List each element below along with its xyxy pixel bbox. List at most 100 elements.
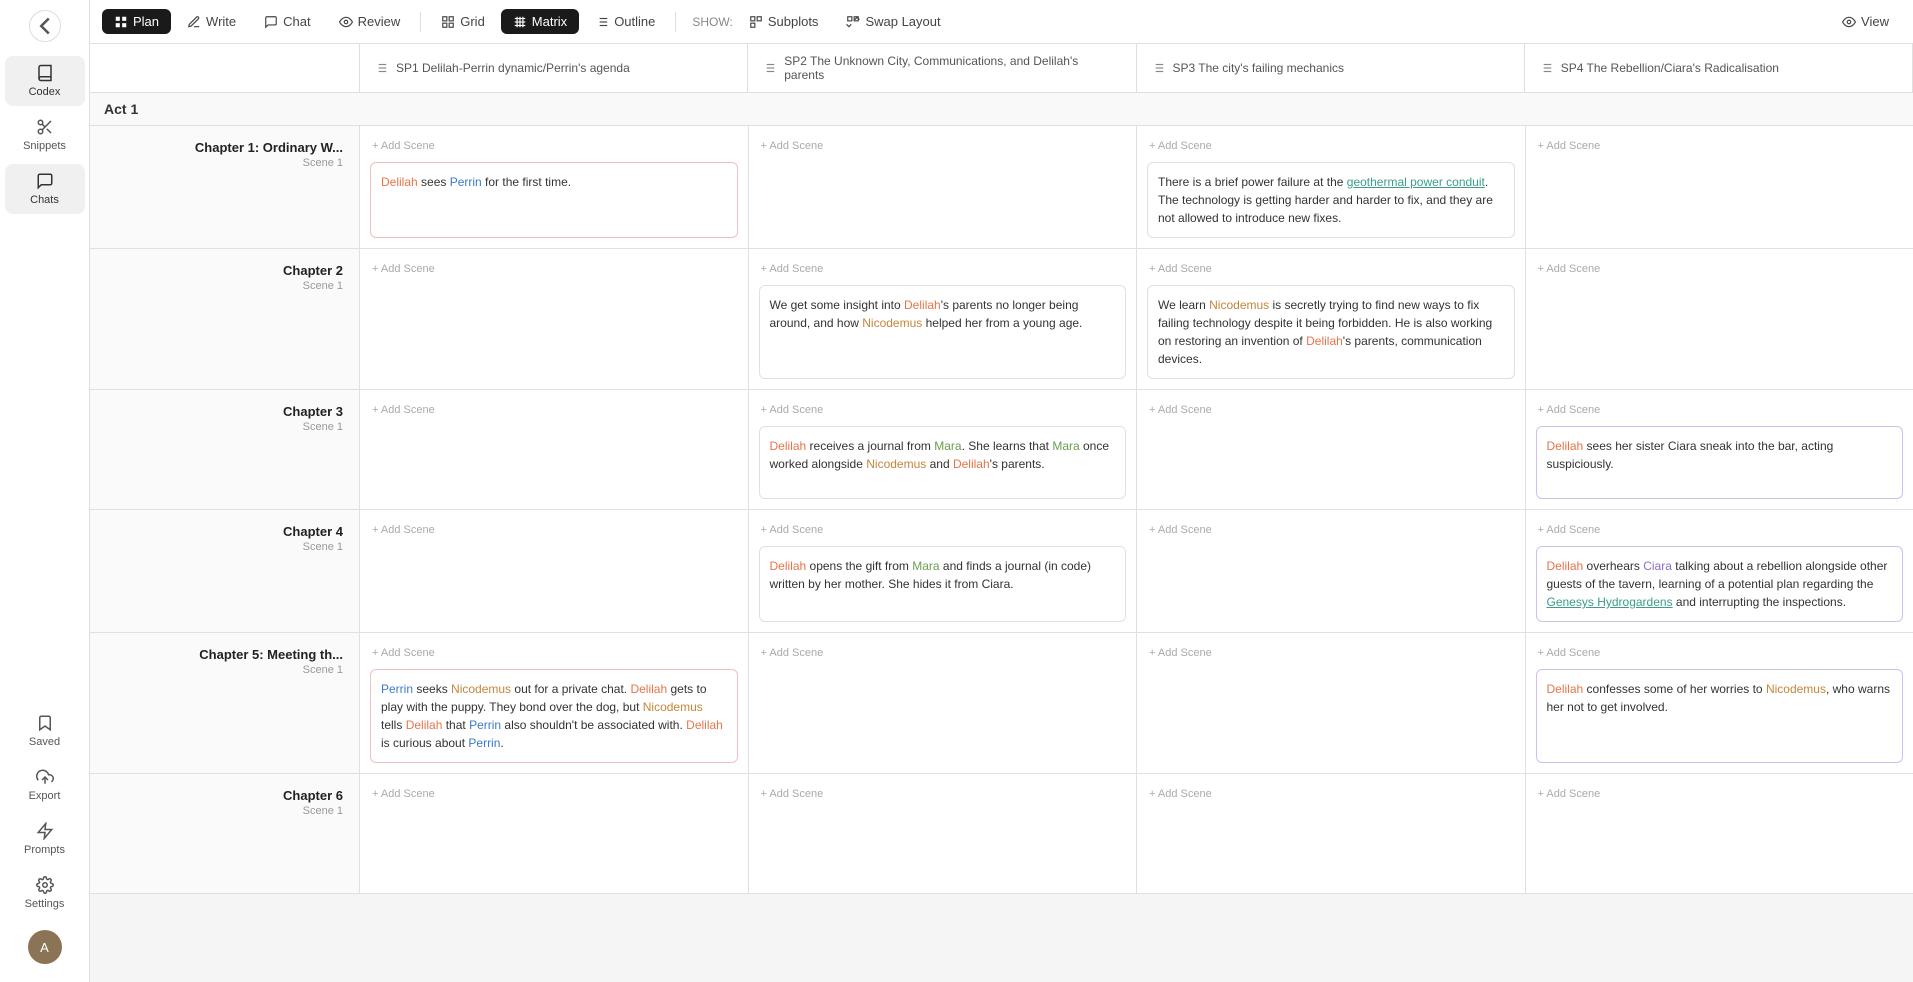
table-row: Chapter 5: Meeting th... Scene 1 + Add S… (90, 633, 1913, 774)
add-scene-ch2-sp2[interactable]: + Add Scene (759, 259, 1127, 279)
add-scene-ch3-sp1[interactable]: + Add Scene (370, 400, 738, 420)
scene-card-ch3-sp4[interactable]: Delilah sees her sister Ciara sneak into… (1536, 426, 1904, 499)
scene-card-ch1-sp3[interactable]: There is a brief power failure at the ge… (1147, 162, 1515, 238)
grid-icon (441, 15, 455, 29)
add-scene-ch6-sp3[interactable]: + Add Scene (1147, 784, 1515, 804)
add-scene-ch6-sp4[interactable]: + Add Scene (1536, 784, 1904, 804)
chapter-2-scene: Scene 1 (303, 280, 343, 292)
view-button[interactable]: View (1830, 9, 1901, 34)
scene-cell-ch4-sp2: + Add Scene Delilah opens the gift from … (749, 510, 1138, 632)
name-delilah: Delilah (406, 718, 443, 732)
table-row: Chapter 1: Ordinary W... Scene 1 + Add S… (90, 126, 1913, 249)
name-perrin: Perrin (468, 736, 500, 750)
add-scene-ch3-sp3[interactable]: + Add Scene (1147, 400, 1515, 420)
add-scene-ch6-sp1[interactable]: + Add Scene (370, 784, 738, 804)
scene-card-ch5-sp4[interactable]: Delilah confesses some of her worries to… (1536, 669, 1904, 763)
name-delilah: Delilah (1306, 334, 1343, 348)
name-ciara: Ciara (1643, 559, 1672, 573)
add-scene-ch1-sp1[interactable]: + Add Scene (370, 136, 738, 156)
geothermal-link[interactable]: geothermal power conduit (1347, 175, 1485, 189)
scene-card-ch3-sp2[interactable]: Delilah receives a journal from Mara. Sh… (759, 426, 1127, 499)
review-button[interactable]: Review (327, 9, 413, 34)
add-scene-ch1-sp4[interactable]: + Add Scene (1536, 136, 1904, 156)
plan-icon (114, 15, 128, 29)
name-perrin: Perrin (469, 718, 501, 732)
list-icon-sp2 (762, 61, 776, 75)
subplot-sp1-label: SP1 Delilah-Perrin dynamic/Perrin's agen… (396, 61, 630, 75)
subplots-button[interactable]: Subplots (737, 9, 831, 34)
sidebar: Codex Snippets Chats Saved Export (0, 0, 90, 982)
chapter-3-name: Chapter 3 (283, 404, 343, 419)
scene-card-ch5-sp1[interactable]: Perrin seeks Nicodemus out for a private… (370, 669, 738, 763)
subplot-header: SP1 Delilah-Perrin dynamic/Perrin's agen… (90, 44, 1913, 93)
outline-icon (595, 15, 609, 29)
show-label: SHOW: (692, 15, 732, 29)
add-scene-ch2-sp1[interactable]: + Add Scene (370, 259, 738, 279)
eye-icon (339, 15, 353, 29)
grid-button[interactable]: Grid (429, 9, 497, 34)
add-scene-ch5-sp3[interactable]: + Add Scene (1147, 643, 1515, 663)
outline-button[interactable]: Outline (583, 9, 667, 34)
add-scene-ch4-sp1[interactable]: + Add Scene (370, 520, 738, 540)
swap-layout-button[interactable]: Swap Layout (834, 9, 952, 34)
sidebar-item-chats[interactable]: Chats (5, 164, 85, 214)
name-perrin: Perrin (450, 175, 482, 189)
add-scene-ch2-sp3[interactable]: + Add Scene (1147, 259, 1515, 279)
genesys-link[interactable]: Genesys Hydrogardens (1547, 595, 1673, 609)
sidebar-bottom: Saved Export Prompts Settings A (0, 706, 89, 972)
add-scene-ch4-sp3[interactable]: + Add Scene (1147, 520, 1515, 540)
add-scene-ch5-sp2[interactable]: + Add Scene (759, 643, 1127, 663)
subplot-sp3-label: SP3 The city's failing mechanics (1173, 61, 1344, 75)
scene-cell-ch3-sp4: + Add Scene Delilah sees her sister Ciar… (1526, 390, 1913, 509)
sidebar-item-saved[interactable]: Saved (5, 706, 85, 756)
back-button[interactable] (29, 10, 61, 42)
sidebar-item-codex[interactable]: Codex (5, 56, 85, 106)
chapter-4-info: Chapter 4 Scene 1 (90, 510, 360, 632)
scene-cell-ch1-sp3: + Add Scene There is a brief power failu… (1137, 126, 1526, 248)
name-mara: Mara (934, 439, 961, 453)
add-scene-ch3-sp4[interactable]: + Add Scene (1536, 400, 1904, 420)
add-scene-ch2-sp4[interactable]: + Add Scene (1536, 259, 1904, 279)
plan-button[interactable]: Plan (102, 9, 171, 34)
sidebar-item-export[interactable]: Export (5, 760, 85, 810)
matrix-scroll[interactable]: Act 1 Chapter 1: Ordinary W... Scene 1 +… (90, 93, 1913, 982)
add-scene-ch3-sp2[interactable]: + Add Scene (759, 400, 1127, 420)
scene-card-ch4-sp2[interactable]: Delilah opens the gift from Mara and fin… (759, 546, 1127, 622)
add-scene-ch6-sp2[interactable]: + Add Scene (759, 784, 1127, 804)
divider-1 (420, 12, 421, 32)
avatar[interactable]: A (28, 930, 62, 964)
scene-cell-ch6-sp2: + Add Scene (749, 774, 1138, 893)
name-nicodemus: Nicodemus (866, 457, 926, 471)
add-scene-ch5-sp4[interactable]: + Add Scene (1536, 643, 1904, 663)
scene-cell-ch1-sp2: + Add Scene (749, 126, 1138, 248)
matrix-button[interactable]: Matrix (501, 9, 579, 34)
name-delilah: Delilah (630, 682, 667, 696)
scene-cell-ch2-sp2: + Add Scene We get some insight into Del… (749, 249, 1138, 389)
table-row: Chapter 2 Scene 1 + Add Scene + Add Scen… (90, 249, 1913, 390)
scene-card-ch1-sp1[interactable]: Delilah sees Perrin for the first time. (370, 162, 738, 238)
name-delilah: Delilah (1547, 439, 1584, 453)
chapter-1-info: Chapter 1: Ordinary W... Scene 1 (90, 126, 360, 248)
sidebar-item-snippets[interactable]: Snippets (5, 110, 85, 160)
sidebar-item-export-label: Export (29, 790, 61, 802)
add-scene-ch1-sp3[interactable]: + Add Scene (1147, 136, 1515, 156)
scene-cell-ch5-sp1: + Add Scene Perrin seeks Nicodemus out f… (360, 633, 749, 773)
list-icon-sp1 (374, 61, 388, 75)
sidebar-item-settings[interactable]: Settings (5, 868, 85, 918)
add-scene-ch4-sp4[interactable]: + Add Scene (1536, 520, 1904, 540)
name-delilah: Delilah (381, 175, 418, 189)
name-delilah: Delilah (953, 457, 990, 471)
name-delilah: Delilah (686, 718, 723, 732)
scene-card-ch4-sp4[interactable]: Delilah overhears Ciara talking about a … (1536, 546, 1904, 622)
chat-button[interactable]: Chat (252, 9, 322, 34)
write-button[interactable]: Write (175, 9, 248, 34)
scene-card-ch2-sp2[interactable]: We get some insight into Delilah's paren… (759, 285, 1127, 379)
scene-card-ch2-sp3[interactable]: We learn Nicodemus is secretly trying to… (1147, 285, 1515, 379)
sidebar-item-prompts[interactable]: Prompts (5, 814, 85, 864)
chapter-6-info: Chapter 6 Scene 1 (90, 774, 360, 893)
add-scene-ch1-sp2[interactable]: + Add Scene (759, 136, 1127, 156)
add-scene-ch5-sp1[interactable]: + Add Scene (370, 643, 738, 663)
add-scene-ch4-sp2[interactable]: + Add Scene (759, 520, 1127, 540)
subplot-sp4-label: SP4 The Rebellion/Ciara's Radicalisation (1561, 61, 1779, 75)
subplots-icon (749, 15, 763, 29)
